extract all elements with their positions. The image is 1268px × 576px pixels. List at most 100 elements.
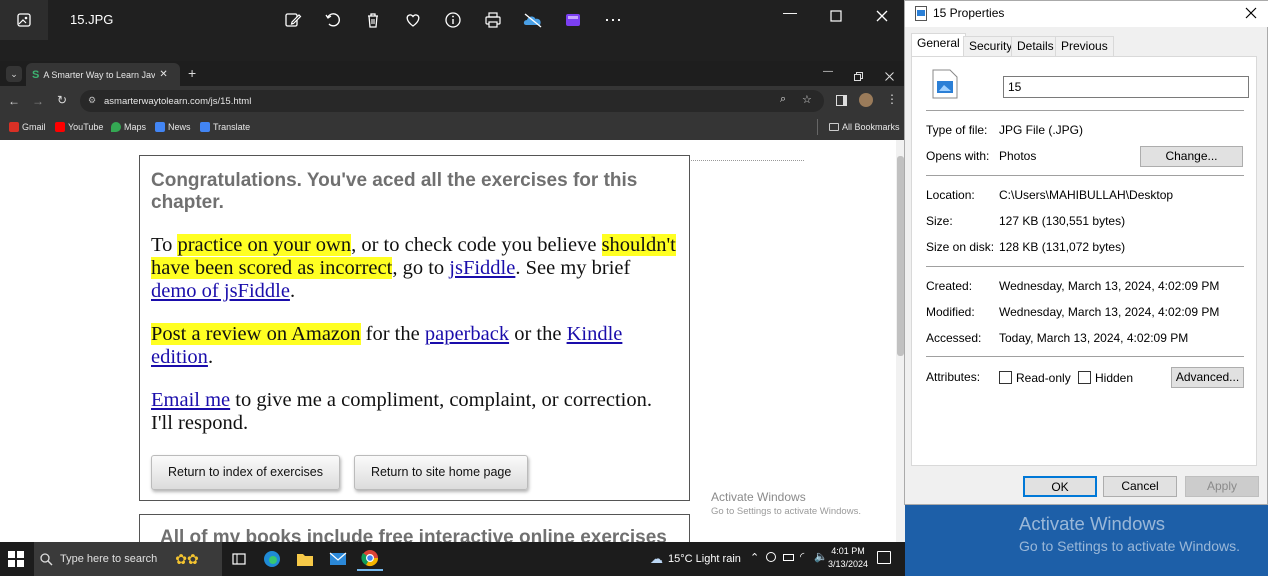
bookmark-star-icon[interactable]: ☆ — [802, 93, 812, 106]
watermark-line1: Activate Windows — [711, 490, 806, 504]
side-panel-icon[interactable] — [836, 95, 847, 106]
file-icon — [915, 6, 927, 21]
chrome-close-button[interactable] — [885, 68, 894, 86]
rotate-button[interactable] — [322, 9, 344, 31]
clock-date: 3/13/2024 — [828, 559, 869, 569]
bookmark-label: News — [168, 122, 191, 132]
jpg-file-icon — [932, 69, 958, 99]
notification-center-icon[interactable] — [877, 551, 891, 564]
battery-icon[interactable] — [783, 554, 794, 561]
weather-widget[interactable]: ☁ 15°C Light rain — [650, 551, 741, 567]
books-card-text: All of my books include free interactive… — [160, 527, 667, 542]
bookmark-youtube[interactable]: YouTube — [55, 122, 103, 132]
chevron-down-icon: ⌄ — [10, 69, 18, 79]
highlight-text: practice on your own — [177, 234, 352, 256]
change-button[interactable]: Change... — [1140, 146, 1243, 167]
bookmark-news[interactable]: News — [155, 122, 191, 132]
clock[interactable]: 4:01 PM 3/13/2024 — [828, 545, 868, 571]
info-icon — [445, 12, 461, 28]
filename-field[interactable]: 15 — [1003, 76, 1249, 98]
profile-avatar[interactable] — [859, 93, 873, 107]
zoom-icon[interactable]: ⌕ — [780, 93, 786, 106]
edit-image-button[interactable] — [282, 9, 304, 31]
close-button[interactable] — [859, 4, 905, 28]
volume-icon[interactable]: 🔈 — [814, 550, 828, 563]
activate-windows-watermark: Activate Windows Go to Settings to activ… — [711, 490, 861, 517]
task-view-button[interactable] — [226, 547, 252, 571]
forward-button[interactable]: → — [32, 94, 44, 108]
cancel-button[interactable]: Cancel — [1103, 476, 1177, 497]
close-icon — [876, 10, 888, 22]
mail-taskbar-button[interactable] — [325, 547, 351, 571]
chrome-taskbar-button[interactable] — [357, 547, 383, 571]
minimize-icon: — — [823, 66, 833, 77]
onedrive-button[interactable] — [522, 9, 544, 31]
bookmark-translate[interactable]: Translate — [200, 122, 250, 132]
email-link[interactable]: Email me — [151, 389, 230, 411]
bookmark-gmail[interactable]: Gmail — [9, 122, 46, 132]
more-options-button[interactable]: ⋯ — [602, 9, 624, 31]
tab-details[interactable]: Details — [1011, 36, 1060, 56]
tab-search-button[interactable]: ⌄ — [6, 66, 22, 82]
edge-taskbar-button[interactable] — [259, 547, 285, 571]
chrome-screenshot: ⌄ S A Smarter Way to Learn JavaScript ✕ … — [0, 61, 905, 542]
tray-app-icon[interactable] — [766, 552, 776, 562]
arrow-left-icon: ← — [8, 94, 20, 108]
trash-icon — [368, 13, 378, 28]
bookmark-maps[interactable]: Maps — [111, 122, 146, 132]
edit-icon — [285, 13, 302, 27]
return-home-button[interactable]: Return to site home page — [353, 455, 529, 490]
text: , or to check code you believe — [351, 234, 602, 256]
site-info-icon[interactable]: ⚙ — [88, 95, 96, 106]
taskbar-search[interactable]: Type here to search ✿✿ — [34, 542, 222, 576]
apply-button[interactable]: Apply — [1185, 476, 1259, 497]
size-value: 127 KB (130,551 bytes) — [999, 214, 1126, 228]
email-paragraph: Email me to give me a compliment, compla… — [151, 389, 678, 435]
hidden-label: Hidden — [1095, 371, 1134, 385]
chrome-menu-button[interactable]: ⋮ — [886, 92, 898, 106]
jsfiddle-link[interactable]: jsFiddle — [449, 257, 515, 279]
photos-gallery-button[interactable] — [0, 0, 48, 40]
tab-previous-versions[interactable]: Previous Versions — [1055, 36, 1114, 72]
maximize-button[interactable] — [813, 4, 859, 28]
tab-close-icon[interactable]: ✕ — [159, 69, 167, 80]
news-icon — [155, 122, 165, 132]
new-tab-button[interactable]: + — [188, 65, 196, 81]
address-bar[interactable]: ⚙ asmarterwaytolearn.com/js/15.html ⌕ ☆ — [80, 90, 824, 112]
readonly-checkbox[interactable] — [999, 371, 1012, 384]
reload-button[interactable]: ↻ — [57, 93, 67, 107]
delete-button[interactable] — [362, 9, 384, 31]
text: . — [289, 280, 296, 302]
accessed-label: Accessed: — [926, 331, 982, 345]
dialog-titlebar: 15 Properties — [905, 1, 1268, 27]
start-button[interactable] — [8, 551, 24, 570]
task-view-icon — [232, 553, 246, 565]
file-explorer-taskbar-button[interactable] — [292, 547, 318, 571]
network-icon[interactable]: ◜ — [800, 550, 804, 563]
reload-icon: ↻ — [57, 93, 68, 107]
ok-button[interactable]: OK — [1023, 476, 1097, 497]
print-button[interactable] — [482, 9, 504, 31]
advanced-button[interactable]: Advanced... — [1171, 367, 1244, 388]
back-button[interactable]: ← — [8, 94, 20, 108]
favorite-button[interactable] — [402, 9, 424, 31]
hidden-checkbox[interactable] — [1078, 371, 1091, 384]
general-panel: 15 Type of file: JPG File (.JPG) Opens w… — [911, 56, 1257, 466]
tab-active[interactable]: S A Smarter Way to Learn JavaScript ✕ — [26, 63, 180, 86]
clipchamp-button[interactable] — [562, 9, 584, 31]
tab-general[interactable]: General — [911, 33, 966, 57]
paperback-link[interactable]: paperback — [425, 323, 509, 345]
readonly-label: Read-only — [1016, 371, 1071, 385]
dialog-close-icon[interactable] — [1245, 7, 1257, 19]
chrome-restore-button[interactable] — [854, 68, 863, 86]
size-label: Size: — [926, 214, 953, 228]
show-hidden-icons-button[interactable]: ⌃ — [750, 551, 759, 564]
file-info-button[interactable] — [442, 9, 464, 31]
scrollbar-thumb[interactable] — [897, 156, 904, 356]
chrome-minimize-button[interactable]: — — [823, 66, 833, 77]
return-index-button[interactable]: Return to index of exercises — [151, 455, 340, 490]
minimize-button[interactable]: — — [767, 0, 813, 24]
jsfiddle-demo-link[interactable]: demo of jsFiddle — [151, 280, 290, 302]
rain-cloud-icon: ☁ — [650, 551, 663, 566]
all-bookmarks-button[interactable]: All Bookmarks — [829, 122, 900, 132]
